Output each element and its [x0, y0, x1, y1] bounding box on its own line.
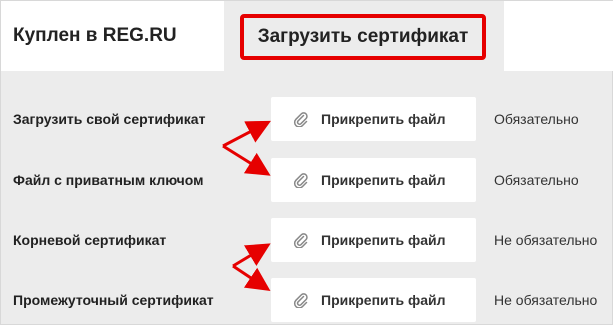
attach-button-label: Прикрепить файл	[321, 111, 446, 127]
row-label-private-key: Файл с приватным ключом	[13, 172, 204, 188]
red-arrow-icon	[222, 144, 271, 176]
tab-purchased[interactable]: Куплен в REG.RU	[1, 1, 224, 71]
row-label-own-certificate: Загрузить свой сертификат	[13, 111, 206, 127]
paperclip-icon	[293, 292, 309, 308]
tab-upload-label: Загрузить сертификат	[257, 26, 469, 47]
attach-button-label: Прикрепить файл	[321, 292, 446, 308]
upload-certificate-panel: Куплен в REG.RU Загрузить сертификат Заг…	[0, 0, 613, 325]
paperclip-icon	[293, 111, 309, 127]
row-label-root-certificate: Корневой сертификат	[13, 232, 167, 248]
red-arrow-icon	[232, 264, 271, 291]
red-arrow-icon	[232, 243, 271, 268]
paperclip-icon	[293, 172, 309, 188]
status-optional: Не обязательно	[494, 292, 598, 308]
attach-intermediate-certificate-button[interactable]: Прикрепить файл	[271, 278, 476, 322]
attach-private-key-button[interactable]: Прикрепить файл	[271, 158, 476, 202]
tab-spacer	[504, 1, 613, 71]
status-optional: Не обязательно	[494, 232, 598, 248]
tab-purchased-label: Куплен в REG.RU	[13, 25, 177, 46]
attach-root-certificate-button[interactable]: Прикрепить файл	[271, 218, 476, 262]
attach-own-certificate-button[interactable]: Прикрепить файл	[271, 97, 476, 141]
red-arrow-icon	[222, 120, 271, 148]
status-required: Обязательно	[494, 111, 579, 127]
tab-upload-highlight: Загрузить сертификат	[240, 14, 486, 60]
row-label-intermediate-certificate: Промежуточный сертификат	[13, 292, 214, 308]
tab-upload[interactable]: Загрузить сертификат	[224, 1, 504, 71]
attach-button-label: Прикрепить файл	[321, 172, 446, 188]
paperclip-icon	[293, 232, 309, 248]
attach-button-label: Прикрепить файл	[321, 232, 446, 248]
status-required: Обязательно	[494, 172, 579, 188]
